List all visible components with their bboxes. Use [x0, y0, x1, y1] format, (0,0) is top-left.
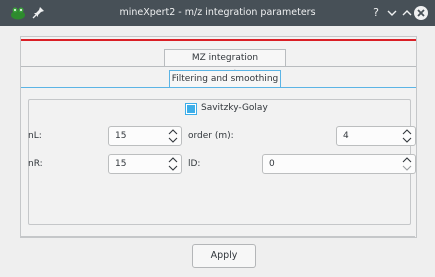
savitzky-golay-checkbox[interactable] [185, 103, 197, 115]
nl-spinbox[interactable]: 15 [108, 126, 182, 146]
minimize-button[interactable] [385, 5, 399, 21]
footer-divider [20, 236, 415, 237]
nr-label: nR: [28, 159, 43, 169]
apply-button[interactable]: Apply [192, 244, 256, 268]
order-value: 4 [343, 131, 349, 141]
maximize-button[interactable] [400, 5, 414, 21]
nl-value: 15 [115, 131, 127, 141]
order-spinbox[interactable]: 4 [336, 126, 416, 146]
tab-filtering-and-smoothing[interactable]: Filtering and smoothing [169, 70, 281, 87]
spin-arrows-icon[interactable] [402, 128, 412, 144]
chevron-up-icon [402, 10, 412, 16]
tab-mz-integration-parameters[interactable]: MZ integration parameters [164, 49, 286, 79]
tab-bar-inner [21, 87, 416, 88]
spin-arrows-icon[interactable] [402, 156, 412, 172]
spin-arrows-icon[interactable] [168, 128, 178, 144]
nr-spinbox[interactable]: 15 [108, 154, 182, 174]
help-button[interactable]: ? [369, 5, 383, 21]
id-label: lD: [188, 159, 201, 169]
order-label: order (m): [188, 131, 234, 141]
close-icon [417, 9, 425, 17]
spin-arrows-icon[interactable] [168, 156, 178, 172]
id-value: 0 [269, 159, 275, 169]
title-bar: mineXpert2 - m/z integration parameters … [0, 0, 435, 26]
checkbox-checked-indicator [187, 105, 195, 113]
nl-label: nL: [28, 131, 42, 141]
savitzky-golay-label[interactable]: Savitzky-Golay [201, 103, 268, 113]
red-separator [21, 39, 416, 41]
chevron-down-icon [387, 10, 397, 16]
tab-bar-outer [21, 66, 416, 67]
id-spinbox[interactable]: 0 [262, 154, 416, 174]
close-button[interactable] [414, 6, 428, 20]
nr-value: 15 [115, 159, 127, 169]
